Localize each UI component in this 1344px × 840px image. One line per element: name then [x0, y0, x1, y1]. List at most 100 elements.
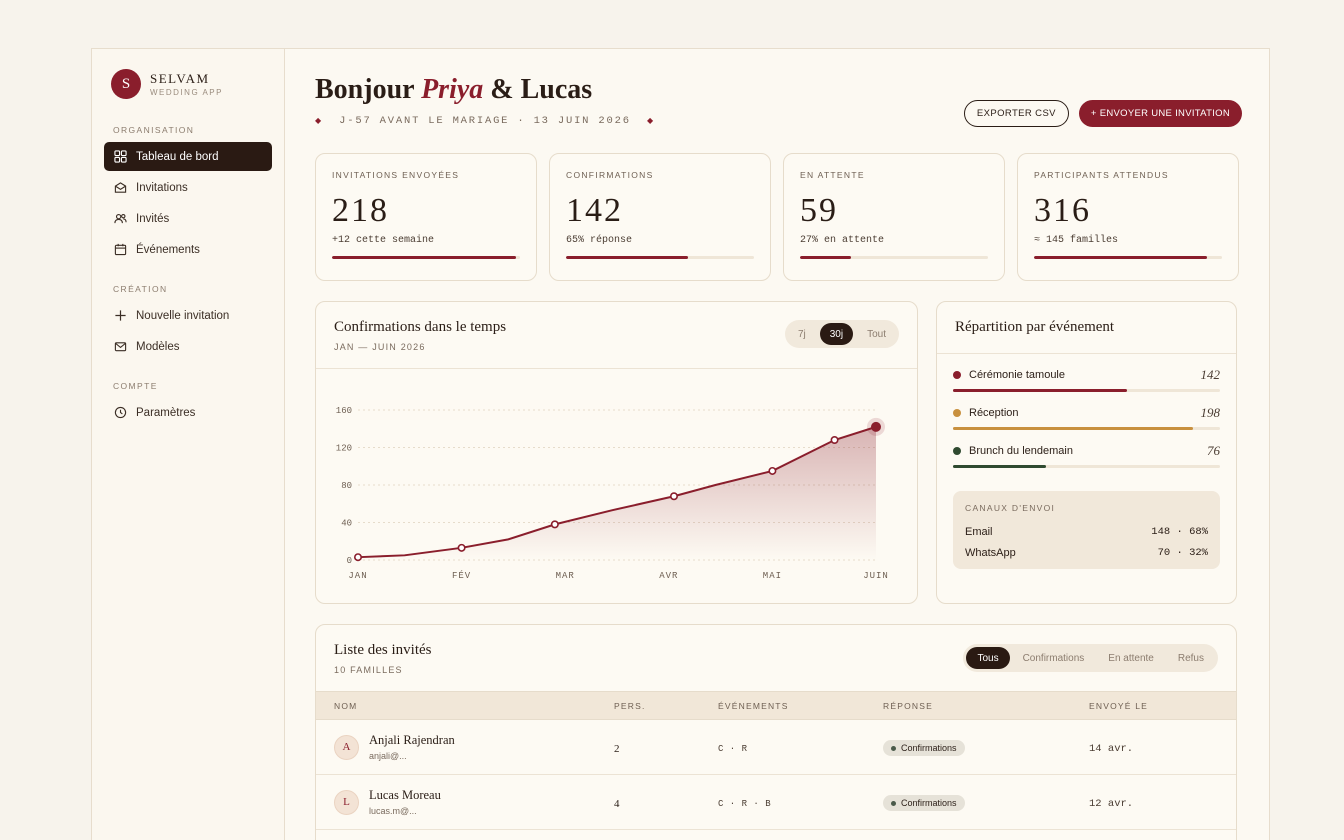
dist-label: Cérémonie tamoule: [969, 369, 1065, 381]
avatar: A: [334, 734, 359, 760]
users-icon: [113, 212, 127, 226]
x-tick-label: FÉV: [452, 570, 471, 581]
progress-fill: [800, 256, 851, 259]
sidebar-item-invitations[interactable]: Invitations: [104, 173, 272, 202]
filter-declined[interactable]: Refus: [1167, 647, 1215, 669]
x-tick-label: MAR: [556, 571, 575, 581]
data-point: [830, 436, 839, 445]
stat-value: 142: [566, 192, 623, 229]
x-tick-label: MAI: [763, 571, 782, 581]
sidebar-item-templates[interactable]: Modèles: [104, 332, 272, 361]
app-window: S SELVAM WEDDING APP ORGANISATION Tablea…: [91, 48, 1270, 840]
guest-sent-date: 12 avr.: [1089, 798, 1134, 810]
card-title: Répartition par événement: [955, 319, 1115, 335]
channel-value: 148 · 68%: [1151, 525, 1208, 538]
stat-sub: +12 cette semaine: [332, 235, 435, 246]
stat-label: CONFIRMATIONS: [566, 170, 654, 180]
sidebar-item-label: Paramètres: [136, 406, 196, 419]
channel-row-whatsapp: WhatsApp 70 · 32%: [965, 542, 1208, 563]
status-badge: Confirmations: [883, 795, 965, 812]
send-invitation-button[interactable]: + ENVOYER UNE INVITATION: [1078, 100, 1242, 127]
stat-value: 316: [1034, 192, 1091, 229]
distribution-card: Répartition par événement Cérémonie tamo…: [936, 301, 1237, 604]
y-tick-label: 40: [341, 519, 352, 529]
sidebar-item-settings[interactable]: Paramètres: [104, 398, 272, 427]
range-all[interactable]: Tout: [857, 323, 896, 345]
progress-track: [1034, 256, 1222, 259]
guest-email: lucas.m@...: [369, 806, 417, 816]
range-7d[interactable]: 7j: [788, 323, 816, 345]
column-header-sent[interactable]: ENVOYÉ LE: [1089, 701, 1236, 711]
guest-events: C · R · B: [718, 799, 772, 809]
main-content: Bonjour Priya & Lucas ◆ J-57 AVANT LE MA…: [285, 49, 1269, 840]
brand-name: SELVAM: [150, 70, 210, 86]
range-selector: 7j 30j Tout: [784, 320, 899, 348]
filter-confirmed[interactable]: Confirmations: [1012, 647, 1096, 669]
sidebar: S SELVAM WEDDING APP ORGANISATION Tablea…: [92, 49, 285, 840]
export-csv-button[interactable]: EXPORTER CSV: [963, 100, 1069, 127]
nav-group-account: COMPTE Paramètres: [104, 381, 272, 427]
clock-icon: [113, 406, 127, 420]
confirmations-chart-card: Confirmations dans le temps JAN — JUIN 2…: [315, 301, 918, 604]
progress-track: [566, 256, 754, 259]
stat-card-pending: EN ATTENTE 59 27% en attente: [783, 153, 1005, 281]
brand-logo: S: [111, 69, 141, 99]
guest-pers: 4: [614, 798, 620, 810]
dist-value: 76: [1207, 443, 1220, 458]
stat-sub: ≈ 145 familles: [1034, 235, 1119, 246]
stat-label: PARTICIPANTS ATTENDUS: [1034, 170, 1169, 180]
guest-sent-date: 14 avr.: [1089, 743, 1134, 755]
table-row[interactable]: A Anjali Rajendran anjali@... 2 C · R Conf…: [316, 720, 1236, 775]
grid-icon: [113, 150, 127, 164]
card-header: Confirmations dans le temps JAN — JUIN 2…: [316, 302, 917, 369]
data-point: [669, 492, 678, 501]
data-point: [550, 520, 559, 529]
nav-section-title: ORGANISATION: [113, 125, 195, 135]
sidebar-item-label: Invités: [136, 212, 170, 225]
filter-pending[interactable]: En attente: [1097, 647, 1165, 669]
guest-email: anjali@...: [369, 751, 407, 761]
dist-fill: [953, 465, 1047, 468]
stat-value: 218: [332, 192, 389, 229]
channel-label: WhatsApp: [965, 546, 1016, 559]
header-actions: EXPORTER CSV + ENVOYER UNE INVITATION: [963, 100, 1242, 127]
partner-name-2: & Lucas: [483, 74, 593, 105]
y-tick-label: 80: [341, 481, 352, 491]
sidebar-item-label: Nouvelle invitation: [136, 309, 230, 322]
envelope-icon: [113, 181, 127, 195]
nav-group-creation: CRÉATION Nouvelle invitation Modèles: [104, 284, 272, 361]
stat-label: INVITATIONS ENVOYÉES: [332, 170, 460, 180]
y-tick-label: 160: [336, 406, 352, 416]
sidebar-item-guests[interactable]: Invités: [104, 204, 272, 233]
range-30d[interactable]: 30j: [819, 323, 854, 345]
dist-item-ceremony: Cérémonie tamoule 142: [937, 367, 1236, 392]
channel-value: 70 · 32%: [1157, 546, 1208, 559]
column-header-name[interactable]: NOM: [316, 701, 614, 711]
x-tick-label: JUIN: [863, 571, 889, 581]
brand[interactable]: S SELVAM WEDDING APP: [104, 69, 272, 99]
column-header-pers[interactable]: PERS.: [614, 701, 718, 711]
progress-fill: [332, 256, 517, 259]
card-header: Liste des invités 10 FAMILLES Tous Confi…: [316, 625, 1236, 691]
column-header-events[interactable]: ÉVÉNEMENTS: [718, 701, 883, 711]
guest-list-card: Liste des invités 10 FAMILLES Tous Confi…: [315, 624, 1237, 840]
table-row[interactable]: L Lucas Moreau lucas.m@... 4 C · R · B Con…: [316, 775, 1236, 830]
progress-track: [332, 256, 520, 259]
y-tick-label: 120: [336, 444, 352, 454]
sidebar-item-events[interactable]: Événements: [104, 235, 272, 264]
diamond-icon: ◆: [315, 117, 323, 126]
dist-item-reception: Réception 198: [937, 405, 1236, 430]
sidebar-item-label: Événements: [136, 243, 200, 256]
sidebar-item-new-invitation[interactable]: Nouvelle invitation: [104, 301, 272, 330]
data-point: [768, 466, 777, 475]
sidebar-item-dashboard[interactable]: Tableau de bord: [104, 142, 272, 171]
stat-sub: 27% en attente: [800, 235, 885, 246]
progress-fill: [566, 256, 689, 259]
filter-all[interactable]: Tous: [966, 647, 1010, 669]
dist-label: Réception: [969, 407, 1019, 419]
table-header: NOM PERS. ÉVÉNEMENTS RÉPONSE ENVOYÉ LE: [316, 691, 1236, 720]
dist-fill: [953, 427, 1194, 430]
sidebar-item-label: Modèles: [136, 340, 180, 353]
column-header-response[interactable]: RÉPONSE: [883, 701, 1089, 711]
charts-row: Confirmations dans le temps JAN — JUIN 2…: [315, 301, 1239, 604]
